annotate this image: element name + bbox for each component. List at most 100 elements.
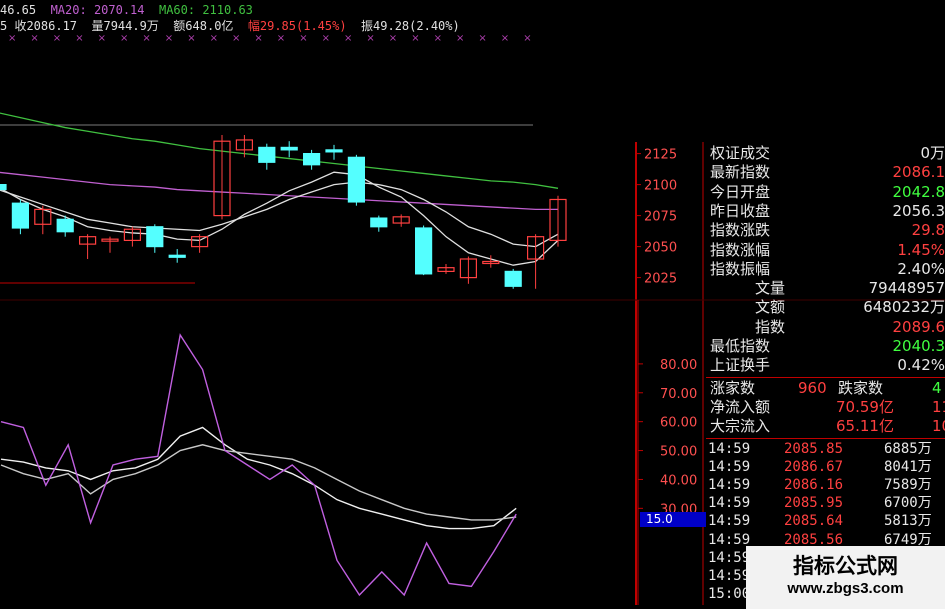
price-axis-ticks: 2125 2100 2075 2050 2025	[636, 148, 677, 287]
flow-row: 净流入额 70.59亿 11	[706, 398, 945, 417]
info-value: 1.45%	[897, 240, 945, 259]
indicator-axis-ticks: 80.0070.0060.0050.0040.0030.00	[638, 358, 697, 517]
tick-row: 14:59 2085.85 6885万	[706, 440, 945, 459]
candle	[34, 205, 52, 235]
tick-price: 2086.16	[784, 476, 844, 493]
info-value: 2.40%	[897, 259, 945, 278]
candle-body	[325, 149, 343, 153]
info-row: 上证换手 0.42%	[706, 356, 945, 375]
separator-marker: ×	[8, 33, 16, 44]
moving-average-lines	[0, 112, 559, 266]
info-row: 今日开盘 2042.8	[706, 183, 945, 202]
price-tick-label: 2050	[644, 241, 677, 256]
tick-row: 14:59 2085.95 6700万	[706, 494, 945, 513]
tick-volume: 6885万	[884, 440, 932, 457]
info-row: 文额 6480232万	[706, 298, 945, 317]
info-row: 昨日收盘 2056.3	[706, 202, 945, 221]
flow-label: 净流入额	[710, 397, 771, 416]
separator-marker: ×	[53, 33, 61, 44]
flow-row: 大宗流入 65.11亿 10	[706, 417, 945, 436]
tick-time: 14:59	[708, 567, 751, 584]
breadth-down-label: 跌家数	[838, 378, 884, 397]
candle-body	[280, 146, 298, 151]
indicator-tick-label: 80.00	[660, 358, 697, 373]
tick-row: 14:59 2086.16 7589万	[706, 476, 945, 495]
info-label: 最低指数	[710, 337, 771, 355]
tick-price: 2085.95	[784, 495, 844, 512]
candle	[191, 234, 209, 253]
info-value: 2056.3	[892, 201, 945, 220]
indicator-current-value: 15.0	[640, 512, 706, 527]
flow-value: 65.11亿	[836, 417, 894, 436]
info-label: 指数涨幅	[710, 240, 771, 259]
candle-body	[370, 217, 388, 228]
candle	[123, 226, 142, 247]
info-value: 0.42%	[897, 356, 945, 375]
price-tick-label: 2100	[644, 179, 677, 194]
watermark-url: www.zbgs3.com	[787, 580, 904, 597]
tick-volume: 8041万	[884, 458, 932, 475]
info-row: 指数振幅 2.40%	[706, 260, 945, 279]
tick-price: 2085.85	[784, 440, 844, 457]
indicator-tick-label: 50.00	[660, 445, 697, 460]
info-value: 79448957	[868, 279, 945, 298]
info-value: 0万	[920, 144, 945, 162]
candle-body	[0, 184, 7, 191]
candle	[168, 249, 186, 263]
info-label: 指数	[710, 317, 786, 336]
candle	[347, 154, 365, 206]
candle	[303, 149, 321, 170]
candle-body	[258, 146, 276, 163]
separator-markers: × × × × × × × × × × × × × × × × × × × × × × × ×	[8, 33, 532, 44]
separator-marker: ×	[254, 33, 262, 44]
tick-time: 15:00	[708, 586, 751, 603]
tick-time: 14:59	[708, 531, 751, 548]
candle	[392, 214, 410, 227]
separator-marker: ×	[277, 33, 285, 44]
indicator-tick-label: 60.00	[660, 416, 697, 431]
info-row: 指数 2089.6	[706, 318, 945, 337]
info-value: 6480232万	[863, 298, 945, 317]
separator-marker: ×	[232, 33, 240, 44]
tick-time: 14:59	[708, 513, 751, 530]
separator-marker: ×	[120, 33, 128, 44]
price-tick-label: 2075	[644, 210, 677, 225]
watermark-title: 指标公式网	[793, 554, 898, 578]
separator-marker: ×	[210, 33, 218, 44]
candle-body	[415, 227, 433, 275]
info-row: 文量 79448957	[706, 279, 945, 298]
separator-marker: ×	[322, 33, 330, 44]
panel-separator	[706, 376, 945, 378]
candle	[101, 236, 119, 253]
separator-marker: ×	[501, 33, 509, 44]
indicator-line-main	[0, 333, 517, 597]
separator-marker: ×	[344, 33, 352, 44]
breadth-down-value: 4	[932, 378, 942, 397]
info-label: 最新指数	[710, 163, 771, 182]
separator-marker: ×	[30, 33, 38, 44]
candle	[146, 224, 164, 253]
indicator-tick-label: 70.00	[660, 387, 697, 402]
tick-row: 14:59 2086.67 8041万	[706, 458, 945, 477]
tick-time: 14:59	[708, 440, 751, 457]
info-label: 今日开盘	[710, 182, 771, 201]
candle	[280, 141, 298, 158]
separator-marker: ×	[75, 33, 83, 44]
tick-time: 14:59	[708, 549, 751, 566]
tick-volume: 7589万	[884, 476, 932, 493]
separator-marker: ×	[389, 33, 397, 44]
price-tick-label: 2125	[644, 148, 677, 163]
candle-body	[11, 202, 29, 229]
info-row: 指数涨跌 29.8	[706, 221, 945, 240]
candle	[56, 215, 74, 237]
candle-body	[146, 226, 164, 248]
candle	[459, 256, 477, 284]
candle	[11, 199, 29, 235]
tick-price: 2085.64	[784, 513, 844, 530]
separator-marker: ×	[187, 33, 195, 44]
separator-marker: ×	[523, 33, 531, 44]
separator-marker: ×	[98, 33, 106, 44]
candle	[437, 263, 455, 274]
candle-body	[347, 156, 365, 203]
separator-marker: ×	[366, 33, 374, 44]
